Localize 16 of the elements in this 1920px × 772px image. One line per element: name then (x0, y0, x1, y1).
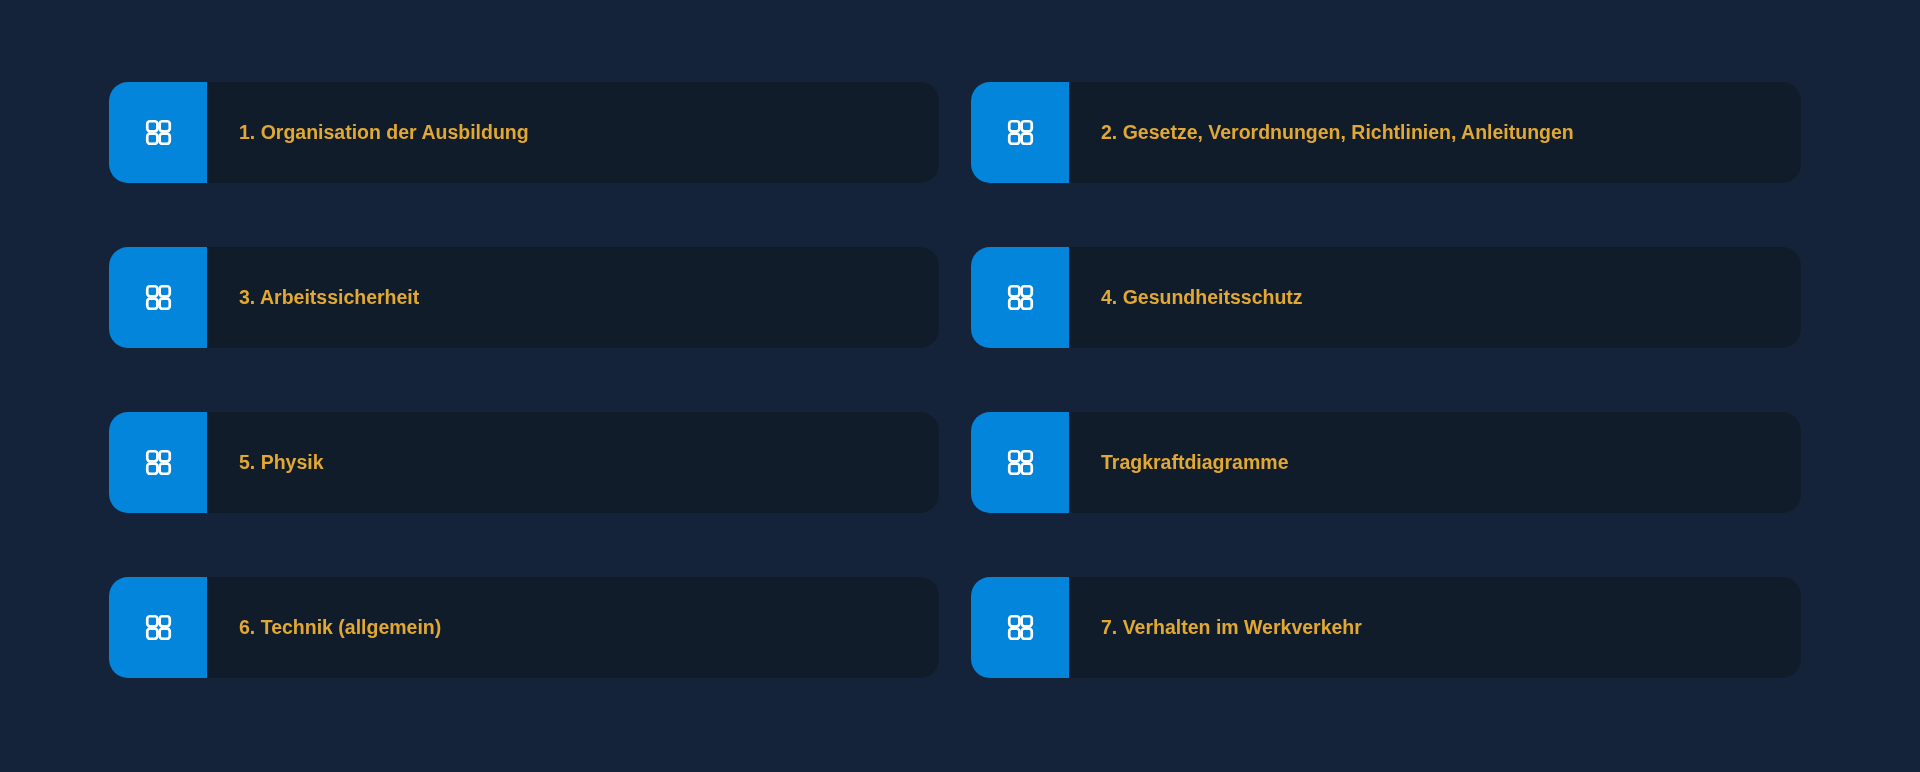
grid-icon (144, 614, 172, 641)
grid-icon (1006, 119, 1034, 146)
grid-icon (1006, 449, 1034, 476)
topic-card[interactable]: 1. Organisation der Ausbildung (108, 81, 940, 184)
grid-icon (144, 119, 172, 146)
grid-icon (1006, 614, 1034, 641)
grid-icon (144, 449, 172, 476)
grid-icon (144, 284, 172, 311)
topic-card[interactable]: 4. Gesundheitsschutz (970, 246, 1802, 349)
topic-card[interactable]: 2. Gesetze, Verordnungen, Richtlinien, Anleitungen (970, 81, 1802, 184)
topic-card[interactable]: 6. Technik (allgemein) (108, 576, 940, 679)
topic-card[interactable]: Tragkraftdiagramme (970, 411, 1802, 514)
topic-card[interactable]: 5. Physik (108, 411, 940, 514)
topic-card[interactable]: 3. Arbeitssicherheit (108, 246, 940, 349)
grid-icon (1006, 284, 1034, 311)
topic-card[interactable]: 7. Verhalten im Werkverkehr (970, 576, 1802, 679)
